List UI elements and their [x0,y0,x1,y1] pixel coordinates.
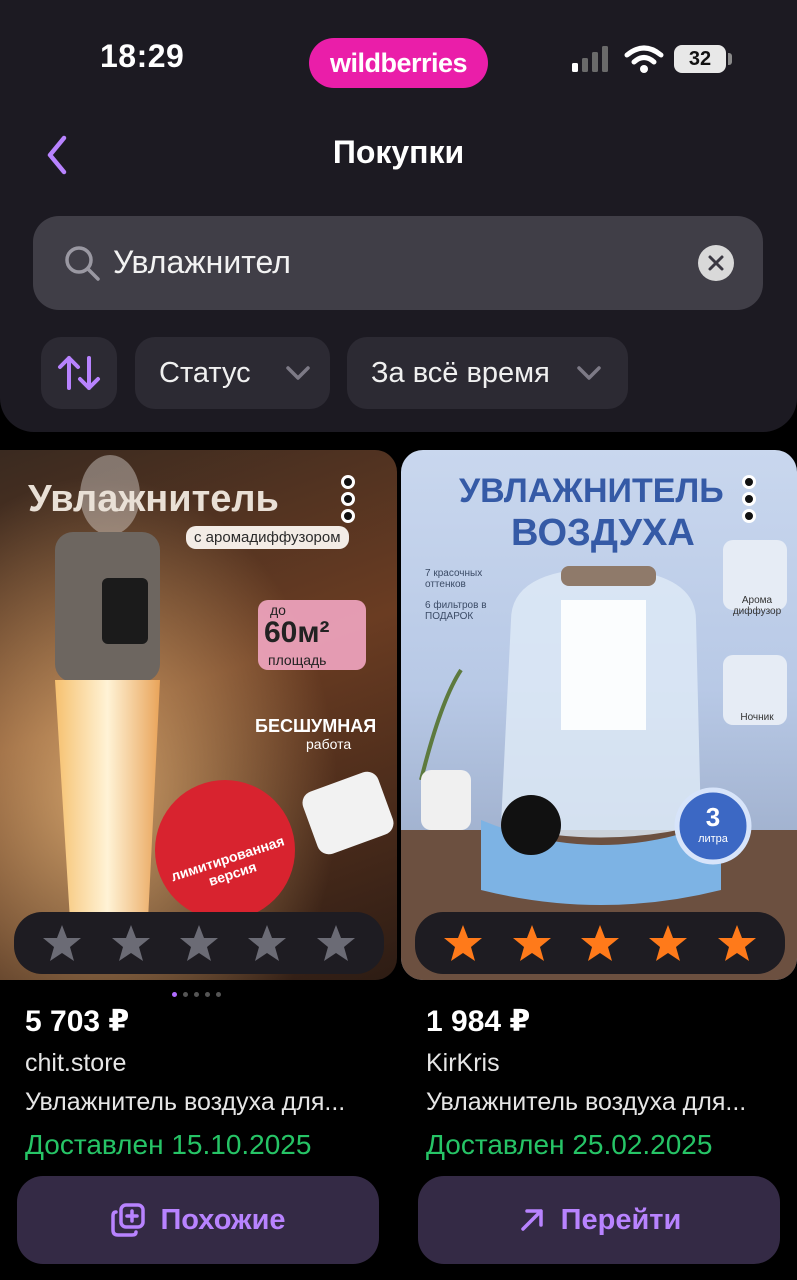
image-feature-2: работа [306,736,352,752]
search-query: Увлажнител [113,244,291,280]
page-title: Покупки [332,134,465,170]
product-card-image[interactable]: Увлажнитель с аромадиффузором до 60м² пл… [0,450,397,980]
delivery-status: Доставлен 25.02.2025 [426,1129,713,1160]
product-name: Увлажнитель воздуха для... [25,1088,346,1116]
period-filter-dropdown[interactable]: За всё время [347,337,628,409]
product-price: 1 984 ₽ [426,1005,531,1038]
image-headline: Увлажнитель [28,478,279,520]
star-empty-icon[interactable] [247,923,287,963]
product-card-image[interactable]: УВЛАЖНИТЕЛЬ ВОЗДУХА 7 красочных оттенков… [401,450,797,980]
arrow-up-right-icon [520,1209,543,1231]
star-empty-icon[interactable] [42,923,82,963]
product-seller: chit.store [25,1049,127,1077]
more-options-icon[interactable] [739,474,759,524]
carousel-dot [216,992,221,997]
delivery-status: Доставлен 15.10.2025 [25,1129,312,1160]
rating-stars[interactable] [415,912,785,974]
image-headline-1: УВЛАЖНИТЕЛЬ [459,472,724,510]
star-filled-icon[interactable] [443,923,483,963]
battery-level: 32 [674,45,726,73]
go-to-product-button[interactable]: Перейти [418,1176,780,1264]
similar-button-label: Похожие [160,1203,286,1236]
cellular-signal-icon [572,46,608,72]
clear-search-button[interactable] [698,245,734,281]
search-input[interactable]: Увлажнител [33,216,763,310]
battery-tip [728,53,732,65]
star-filled-icon[interactable] [580,923,620,963]
close-icon [708,255,724,271]
image-mode-2: Ночник [740,712,774,723]
carousel-dot [194,992,199,997]
rate-product-stars[interactable] [14,912,384,974]
star-filled-icon[interactable] [512,923,552,963]
similar-button[interactable]: Похожие [17,1176,379,1264]
period-filter-label: За всё время [371,356,550,389]
product-info[interactable]: 5 703 ₽ chit.store Увлажнитель воздуха д… [25,1004,345,1161]
product-name: Увлажнитель воздуха для... [426,1088,747,1116]
carousel-dot [205,992,210,997]
product-price: 5 703 ₽ [25,1005,130,1038]
chevron-down-icon [577,366,601,380]
image-volume-value: 3 [705,802,721,832]
image-badge-value: 60м² [264,616,330,649]
image-feature-1: БЕСШУМНАЯ [255,716,377,736]
product-info[interactable]: 1 984 ₽ KirKris Увлажнитель воздуха для.… [426,1004,746,1161]
status-filter-label: Статус [159,356,251,389]
wifi-icon [624,45,664,73]
chevron-down-icon [286,366,310,380]
image-subtitle: с аромадиффузором [186,526,349,549]
image-feature-2: 6 фильтров в ПОДАРОК [425,600,487,622]
search-icon [65,246,100,281]
image-feature-1: 7 красочных оттенков [425,568,483,590]
star-empty-icon[interactable] [316,923,356,963]
go-to-product-label: Перейти [560,1203,682,1236]
carousel-dot-active [172,992,177,997]
star-empty-icon[interactable] [179,923,219,963]
sort-button[interactable] [41,337,117,409]
image-badge-unit: площадь [268,652,327,668]
image-carousel-dots [172,992,221,997]
status-time: 18:29 [100,38,185,74]
similar-items-icon [111,1203,146,1237]
star-filled-icon[interactable] [717,923,757,963]
product-seller: KirKris [426,1049,500,1077]
star-empty-icon[interactable] [111,923,151,963]
more-options-icon[interactable] [338,474,358,524]
image-volume-unit: литра [698,833,728,845]
star-filled-icon[interactable] [648,923,688,963]
status-filter-dropdown[interactable]: Статус [135,337,330,409]
sort-icon [58,356,100,390]
image-mode-1: Арома диффузор [732,595,782,617]
image-headline-2: ВОЗДУХА [511,512,695,554]
brand-logo: wildberries [309,38,488,88]
carousel-dot [183,992,188,997]
status-bar: 18:29 wildberries 32 [0,0,797,110]
